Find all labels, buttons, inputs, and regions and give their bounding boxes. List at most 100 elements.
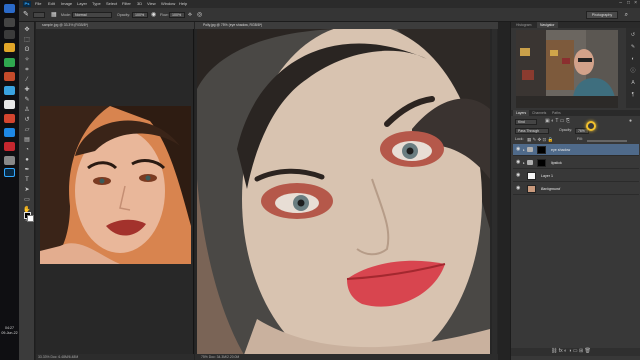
brush-preset-picker[interactable] (33, 12, 45, 18)
main-document-tab[interactable]: Polly.jpg @ 75% (eye shadow, RGB/8*) (195, 22, 498, 29)
blur-tool-icon[interactable]: ◔ (23, 146, 31, 154)
healing-brush-tool-icon[interactable]: ✚ (23, 86, 31, 94)
left-document-window: sample.jpg @ 33.3% (RGB/8*) 33.33% Doc: … (36, 22, 194, 360)
eye-icon[interactable]: ◉ (516, 173, 521, 178)
adjustments-icon[interactable]: ◐ (629, 56, 637, 63)
layer-kind-filter[interactable]: Kind (515, 119, 537, 125)
eye-icon[interactable]: ◉ (516, 160, 521, 165)
move-tool-icon[interactable]: ✥ (23, 26, 31, 34)
quick-select-tool-icon[interactable]: ✧ (23, 56, 31, 64)
history-icon[interactable]: ↺ (629, 32, 637, 39)
background-color-swatch[interactable] (27, 215, 34, 222)
eye-icon[interactable]: ◉ (516, 186, 521, 191)
flow-input[interactable]: 100% (169, 12, 185, 18)
app-crimson-icon[interactable] (4, 142, 15, 151)
layer-mask-thumbnail[interactable] (537, 146, 546, 154)
left-document-tab[interactable]: sample.jpg @ 33.3% (RGB/8*) (36, 22, 194, 29)
app-white-icon[interactable] (4, 100, 15, 109)
webcam-overlay-drawing (516, 30, 618, 108)
search-icon[interactable] (4, 18, 15, 27)
eye-icon[interactable]: ◉ (516, 147, 521, 152)
menu-file[interactable]: File (35, 1, 41, 7)
brush-tool-icon[interactable]: ✎ (23, 11, 29, 18)
app-green-icon[interactable] (4, 58, 15, 67)
search-icon[interactable]: ⌕ (625, 12, 628, 18)
menu-select[interactable]: Select (106, 1, 117, 7)
tab-channels[interactable]: Channels (529, 110, 549, 116)
close-icon[interactable]: × (634, 0, 637, 6)
navigator-thumbnail[interactable] (516, 30, 618, 108)
lasso-tool-icon[interactable]: ʘ (23, 46, 31, 54)
history-brush-tool-icon[interactable]: ↺ (23, 116, 31, 124)
minimize-icon[interactable]: – (619, 0, 622, 6)
blend-mode-dropdown[interactable]: Pass Through (515, 128, 549, 134)
menu-edit[interactable]: Edit (48, 1, 55, 7)
menu-3d[interactable]: 3D (137, 1, 142, 7)
dodge-tool-icon[interactable]: ● (23, 156, 31, 164)
tools-panel: ✥ ⬚ ʘ ✧ ⌗ ⁄ ✚ ✎ ♙ ↺ ▱ ▤ ◔ ● ✒ T ➤ ▭ ✋ ⌕ (19, 22, 35, 360)
app-azure-icon[interactable] (4, 128, 15, 137)
left-document-status: 33.33% Doc: 6.48M/6.48M (36, 354, 194, 360)
layer-thumbnail[interactable] (527, 185, 536, 193)
layer-row-lipstick[interactable]: ◉ ▸ lipstick (513, 157, 639, 169)
main-document-scrollbar[interactable] (492, 29, 497, 354)
menu-filter[interactable]: Filter (122, 1, 131, 7)
menu-view[interactable]: View (147, 1, 156, 7)
mode-dropdown[interactable]: Normal (72, 12, 112, 18)
tab-navigator[interactable]: Navigator (537, 22, 558, 28)
menu-help[interactable]: Help (179, 1, 187, 7)
menu-layer[interactable]: Layer (77, 1, 87, 7)
eyedropper-tool-icon[interactable]: ⁄ (23, 76, 31, 84)
fill-slider[interactable] (587, 140, 627, 142)
tab-paths[interactable]: Paths (549, 110, 564, 116)
layer-row-background[interactable]: ◉ Background (513, 183, 639, 195)
brush-panel-icon[interactable]: ▦ (51, 12, 57, 18)
tab-histogram[interactable]: Histogram (513, 22, 534, 28)
rectangle-tool-icon[interactable]: ▭ (23, 196, 31, 204)
pressure-opacity-icon[interactable]: ◉ (151, 12, 156, 18)
app-blue-icon[interactable] (4, 86, 15, 95)
type-tool-icon[interactable]: T (23, 176, 31, 184)
file-explorer-icon[interactable] (4, 43, 15, 52)
app-red-icon[interactable] (4, 72, 15, 81)
marquee-tool-icon[interactable]: ⬚ (23, 36, 31, 44)
layer-thumbnail[interactable] (527, 172, 536, 180)
maximize-icon[interactable]: □ (627, 0, 630, 6)
filter-icons[interactable]: ▣ ◐ T ▭ ⎘ (545, 118, 570, 125)
lock-icons[interactable]: ▦ ✎ ✥ ⊡ 🔒 (527, 136, 553, 143)
info-icon[interactable]: ⓘ (629, 68, 637, 75)
expand-arrow-icon[interactable]: ▸ (523, 157, 525, 169)
menu-image[interactable]: Image (61, 1, 72, 7)
workspace-switcher[interactable]: Photography (586, 11, 618, 19)
character-icon[interactable]: A (629, 80, 637, 87)
app-grey-icon[interactable] (4, 156, 15, 165)
layer-row-layer-1[interactable]: ◉ Layer 1 (513, 170, 639, 182)
tab-layers[interactable]: Layers (513, 110, 530, 116)
brush-tool-icon[interactable]: ✎ (23, 96, 31, 104)
windows-start-icon[interactable] (4, 4, 15, 13)
menu-type[interactable]: Type (92, 1, 101, 7)
pressure-size-icon[interactable]: ◎ (197, 12, 202, 18)
expand-arrow-icon[interactable]: ▸ (523, 144, 525, 156)
airbrush-icon[interactable]: ⟡ (188, 12, 192, 18)
layer-footer-icons[interactable]: ⛓ fx ◐ ◑ ▭ ⊞ 🗑 (551, 348, 591, 355)
app-orange-icon[interactable] (4, 114, 15, 123)
paragraph-icon[interactable]: ¶ (629, 92, 637, 99)
layer-mask-thumbnail[interactable] (537, 159, 546, 167)
task-view-icon[interactable] (4, 30, 15, 39)
main-document-window: Polly.jpg @ 75% (eye shadow, RGB/8*) 75%… (195, 22, 498, 360)
folder-icon (527, 147, 533, 152)
eraser-tool-icon[interactable]: ▱ (23, 126, 31, 134)
clone-stamp-tool-icon[interactable]: ♙ (23, 106, 31, 114)
brush-settings-icon[interactable]: ✎ (629, 44, 637, 51)
pen-tool-icon[interactable]: ✒ (23, 166, 31, 174)
opacity-input[interactable]: 100% (132, 12, 148, 18)
menu-window[interactable]: Window (161, 1, 175, 7)
filter-toggle-icon[interactable]: ● (629, 118, 632, 125)
photoshop-taskbar-icon[interactable] (4, 168, 15, 177)
layer-row-eye-shadow[interactable]: ◉ ▸ eye shadow (513, 144, 639, 156)
crop-tool-icon[interactable]: ⌗ (23, 66, 31, 74)
gradient-tool-icon[interactable]: ▤ (23, 136, 31, 144)
main-document-status: 75% Doc: 34.3M/2.20.0M (195, 354, 498, 360)
path-selection-tool-icon[interactable]: ➤ (23, 186, 31, 194)
